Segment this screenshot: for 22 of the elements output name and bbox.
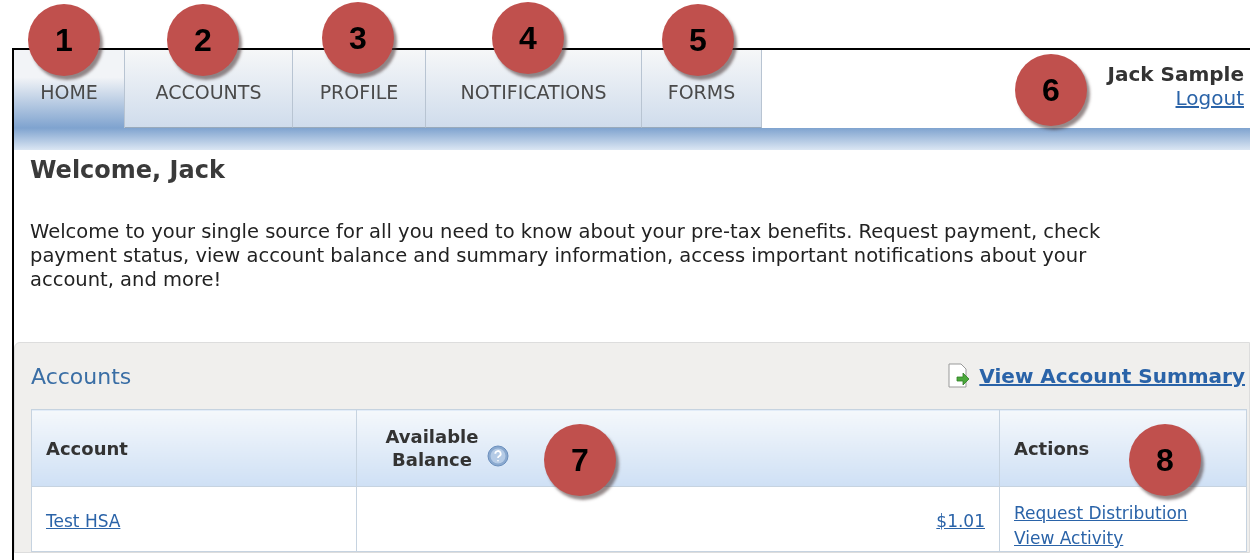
- welcome-text: Welcome to your single source for all you need to know about your pre-tax benefits. Request payment, check payment status, view account balance and summary information, access important notifications about your account, and more!: [30, 220, 1102, 292]
- callout-tooltip: 3: [322, 2, 394, 74]
- action-link[interactable]: Request Distribution: [1014, 501, 1232, 526]
- column-header-label: Available Balance: [384, 425, 480, 471]
- callout-tooltip: 2: [167, 4, 239, 76]
- user-name: Jack Sample: [1107, 62, 1244, 86]
- document-arrow-icon: [947, 363, 972, 389]
- column-header: Account: [31, 409, 357, 487]
- account-summary-link[interactable]: View Account Summary: [979, 364, 1245, 388]
- callout-tooltip: 1: [28, 4, 100, 76]
- accounts-heading: Accounts: [31, 363, 132, 389]
- callout-tooltip: 4: [492, 2, 564, 74]
- welcome-heading: Welcome, Jack: [30, 156, 226, 184]
- help-icon[interactable]: [487, 445, 509, 467]
- logout-link[interactable]: Logout: [1175, 86, 1244, 110]
- action-link[interactable]: View Activity: [1014, 526, 1232, 551]
- callout-tooltip: 5: [662, 4, 734, 76]
- nav-tab[interactable]: ACCOUNTS: [125, 50, 293, 128]
- callout-tooltip: 6: [1015, 54, 1087, 126]
- account-link[interactable]: Test HSA: [46, 511, 121, 531]
- nav-tab[interactable]: NOTIFICATIONS: [426, 50, 642, 128]
- balance-link[interactable]: $1.01: [936, 511, 985, 531]
